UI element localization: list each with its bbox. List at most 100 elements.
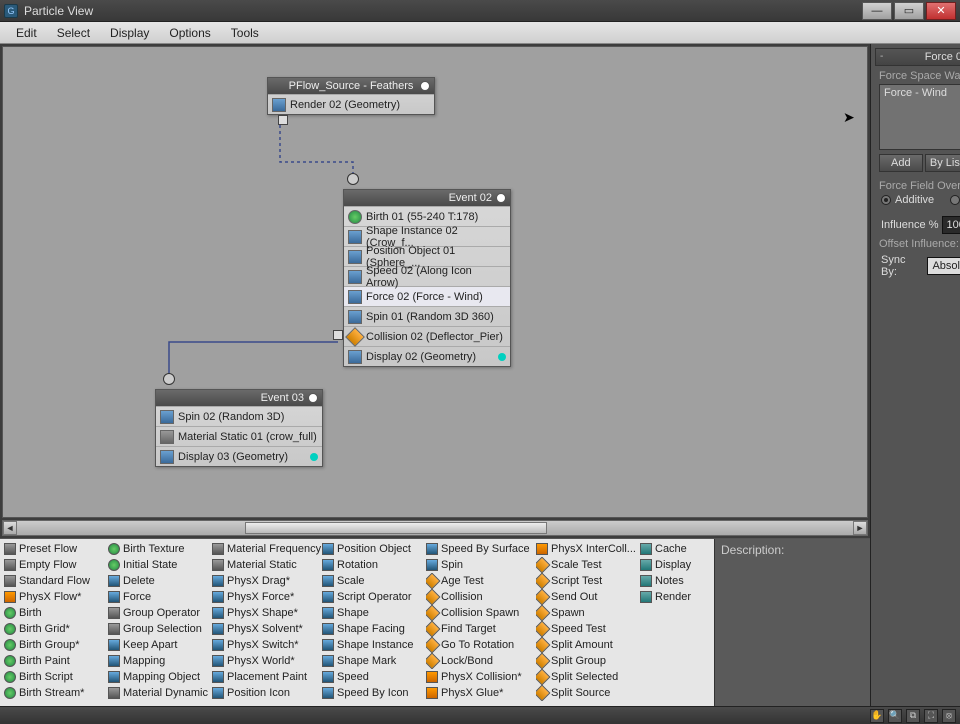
depot-op[interactable]: Notes xyxy=(640,573,710,589)
operator-display[interactable]: Display 02 (Geometry) xyxy=(344,346,510,366)
depot-op[interactable]: Split Source xyxy=(536,685,640,701)
output-port[interactable] xyxy=(278,115,288,125)
menu-edit[interactable]: Edit xyxy=(6,24,47,42)
influence-input[interactable] xyxy=(943,218,960,232)
depot-op[interactable]: Birth Grid* xyxy=(4,621,108,637)
operator-position-object[interactable]: Position Object 01 (Sphere_... xyxy=(344,246,510,266)
node-pflow-source[interactable]: PFlow_Source - Feathers Render 02 (Geome… xyxy=(267,77,435,115)
lamp-icon[interactable] xyxy=(496,193,506,203)
canvas-horizontal-scrollbar[interactable]: ◄ ► xyxy=(2,520,868,536)
radio-maximum[interactable] xyxy=(950,195,960,205)
influence-spinner[interactable]: ▲▼ xyxy=(942,216,960,234)
depot-op[interactable]: Keep Apart xyxy=(108,637,212,653)
depot-op[interactable]: Initial State xyxy=(108,557,212,573)
depot-op[interactable]: PhysX World* xyxy=(212,653,322,669)
operator-spin[interactable]: Spin 02 (Random 3D) xyxy=(156,406,322,426)
operator-speed[interactable]: Speed 02 (Along Icon Arrow) xyxy=(344,266,510,286)
maximize-button[interactable]: ▭ xyxy=(894,2,924,20)
menu-tools[interactable]: Tools xyxy=(221,24,269,42)
depot-op[interactable]: Collision xyxy=(426,589,536,605)
depot-op[interactable]: Mapping xyxy=(108,653,212,669)
operator-display[interactable]: Display 03 (Geometry) xyxy=(156,446,322,466)
add-button[interactable]: Add xyxy=(879,154,923,172)
zoom-extents-icon[interactable]: ⛶ xyxy=(924,709,938,723)
depot-op[interactable]: Material Frequency xyxy=(212,541,322,557)
depot-op[interactable]: PhysX Collision* xyxy=(426,669,536,685)
depot-op[interactable]: Speed By Icon xyxy=(322,685,426,701)
pan-icon[interactable]: ✋ xyxy=(870,709,884,723)
scroll-right-button[interactable]: ► xyxy=(853,521,867,535)
scroll-left-button[interactable]: ◄ xyxy=(3,521,17,535)
depot-op[interactable]: Group Selection xyxy=(108,621,212,637)
operator-render[interactable]: Render 02 (Geometry) xyxy=(268,94,434,114)
node-event-03[interactable]: Event 03 Spin 02 (Random 3D) Material St… xyxy=(155,389,323,467)
depot-op[interactable]: Age Test xyxy=(426,573,536,589)
depot-op[interactable]: Shape Facing xyxy=(322,621,426,637)
operator-material-static[interactable]: Material Static 01 (crow_full) xyxy=(156,426,322,446)
node-event-02[interactable]: Event 02 Birth 01 (55-240 T:178) Shape I… xyxy=(343,189,511,367)
depot-op[interactable]: Send Out xyxy=(536,589,640,605)
depot-op[interactable]: Preset Flow xyxy=(4,541,108,557)
depot-op[interactable]: Speed Test xyxy=(536,621,640,637)
depot-op[interactable]: Split Group xyxy=(536,653,640,669)
zoom-icon[interactable]: 🔍 xyxy=(888,709,902,723)
menu-options[interactable]: Options xyxy=(159,24,220,42)
event02-input-port[interactable] xyxy=(347,173,359,185)
by-list-button[interactable]: By List xyxy=(925,154,960,172)
depot-op[interactable]: Placement Paint xyxy=(212,669,322,685)
depot-op[interactable]: PhysX Flow* xyxy=(4,589,108,605)
depot-op[interactable]: Birth Texture xyxy=(108,541,212,557)
depot-op[interactable]: Collision Spawn xyxy=(426,605,536,621)
depot-op[interactable]: Scale Test xyxy=(536,557,640,573)
depot-op[interactable]: Material Dynamic xyxy=(108,685,212,701)
scroll-thumb[interactable] xyxy=(245,522,547,534)
depot-op[interactable]: Mapping Object xyxy=(108,669,212,685)
minimize-button[interactable]: — xyxy=(862,2,892,20)
depot-op[interactable]: PhysX Force* xyxy=(212,589,322,605)
depot-op[interactable]: PhysX InterColl... xyxy=(536,541,640,557)
depot-op[interactable]: Scale xyxy=(322,573,426,589)
depot-op[interactable]: PhysX Solvent* xyxy=(212,621,322,637)
list-item[interactable]: Force - Wind xyxy=(884,87,960,99)
depot-op[interactable]: PhysX Glue* xyxy=(426,685,536,701)
depot-op[interactable]: Birth xyxy=(4,605,108,621)
depot-op[interactable]: Material Static xyxy=(212,557,322,573)
depot-op[interactable]: PhysX Switch* xyxy=(212,637,322,653)
depot-op[interactable]: Birth Group* xyxy=(4,637,108,653)
depot-op[interactable]: Birth Paint xyxy=(4,653,108,669)
depot-op[interactable]: Split Amount xyxy=(536,637,640,653)
depot-op[interactable]: Split Selected xyxy=(536,669,640,685)
zoom-region-icon[interactable]: ⧉ xyxy=(906,709,920,723)
depot-op[interactable]: Standard Flow xyxy=(4,573,108,589)
node-header[interactable]: Event 02 xyxy=(344,190,510,206)
menu-display[interactable]: Display xyxy=(100,24,159,42)
depot-op[interactable]: Spin xyxy=(426,557,536,573)
node-header[interactable]: PFlow_Source - Feathers xyxy=(268,78,434,94)
depot-op[interactable]: Rotation xyxy=(322,557,426,573)
operator-birth[interactable]: Birth 01 (55-240 T:178) xyxy=(344,206,510,226)
sync-by-select[interactable]: Absolute ▼ xyxy=(927,257,960,275)
operator-shape-instance[interactable]: Shape Instance 02 (Crow_f... xyxy=(344,226,510,246)
depot-op[interactable]: Empty Flow xyxy=(4,557,108,573)
depot-op[interactable]: Speed xyxy=(322,669,426,685)
radio-additive[interactable] xyxy=(881,195,891,205)
depot-op[interactable]: Find Target xyxy=(426,621,536,637)
depot-op[interactable]: Script Operator xyxy=(322,589,426,605)
depot-op[interactable]: Display xyxy=(640,557,710,573)
operator-collision[interactable]: Collision 02 (Deflector_Pier) xyxy=(344,326,510,346)
depot-op[interactable]: Position Icon xyxy=(212,685,322,701)
no-zoom-icon[interactable]: ⦻ xyxy=(942,709,956,723)
close-button[interactable]: ✕ xyxy=(926,2,956,20)
depot-op[interactable]: Force xyxy=(108,589,212,605)
event03-input-port[interactable] xyxy=(163,373,175,385)
depot-op[interactable]: Delete xyxy=(108,573,212,589)
depot-op[interactable]: Shape Mark xyxy=(322,653,426,669)
depot-op[interactable]: Speed By Surface xyxy=(426,541,536,557)
depot-op[interactable]: Group Operator xyxy=(108,605,212,621)
menu-select[interactable]: Select xyxy=(47,24,100,42)
schematic-canvas[interactable]: PFlow_Source - Feathers Render 02 (Geome… xyxy=(2,46,868,518)
lamp-icon[interactable] xyxy=(308,393,318,403)
panel-header[interactable]: - Force 02 xyxy=(875,48,960,66)
depot-op[interactable]: Go To Rotation xyxy=(426,637,536,653)
depot-op[interactable]: PhysX Shape* xyxy=(212,605,322,621)
